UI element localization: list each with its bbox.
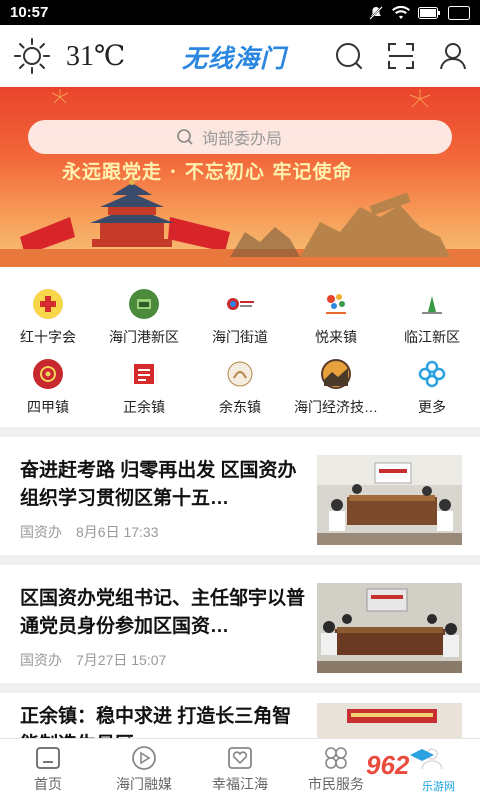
scan-icon	[388, 43, 414, 69]
search-icon	[336, 43, 362, 69]
grid-item-sijia-town[interactable]: 四甲镇	[0, 359, 96, 421]
grid-label: 海门港新区	[109, 329, 179, 345]
section-divider	[0, 555, 480, 565]
user-icon	[440, 43, 466, 70]
news-title: 区国资办党组书记、主任邹宇以普通党员身份参加区国资…	[20, 588, 306, 637]
grid-item-economic-zone[interactable]: 海门经济技…	[288, 359, 384, 421]
status-icons	[368, 5, 470, 21]
grid-item-yuelai-town[interactable]: 悦来镇	[288, 289, 384, 351]
zhengyu-town-icon	[129, 359, 159, 389]
news-source: 国资办	[20, 652, 62, 668]
news-time: 8月6日 17:33	[76, 524, 159, 540]
battery-icon	[418, 6, 440, 19]
status-bar: 10:57	[0, 0, 480, 25]
more-icon	[417, 359, 447, 389]
nav-home[interactable]: 首页	[0, 739, 96, 800]
news-thumbnail	[317, 703, 462, 738]
status-time: 10:57	[10, 4, 49, 21]
economic-zone-icon	[321, 359, 351, 389]
watermark-sub: 乐游网	[422, 781, 455, 793]
media-icon	[132, 746, 156, 770]
linjiang-district-icon	[417, 289, 447, 319]
grid-label: 红十字会	[20, 329, 76, 345]
battery-box-icon	[448, 5, 470, 20]
header-actions	[334, 41, 468, 71]
scan-button[interactable]	[386, 41, 416, 71]
yuelai-town-icon	[321, 289, 351, 319]
heart-icon	[228, 747, 252, 769]
news-title: 正余镇：稳中求进 打造长三角智能制造生易区	[20, 706, 292, 738]
grid-label: 四甲镇	[27, 399, 69, 415]
red-cross-icon	[33, 289, 63, 319]
grid-item-red-cross[interactable]: 红十字会	[0, 289, 96, 351]
grid-item-port-district[interactable]: 海门港新区	[96, 289, 192, 351]
weather-widget[interactable]: 31℃	[12, 36, 125, 76]
nav-label: 海门融媒	[116, 776, 172, 792]
banner[interactable]: 询部委办局 永远跟党走 · 不忘初心 牢记使命	[0, 87, 480, 267]
grid-label: 海门街道	[212, 329, 268, 345]
search-button[interactable]	[334, 41, 364, 71]
search-placeholder: 询部委办局	[202, 131, 283, 148]
grid-label: 正余镇	[123, 399, 165, 415]
news-time: 7月27日 15:07	[76, 652, 167, 668]
grid-item-street-office[interactable]: 海门街道	[192, 289, 288, 351]
banner-scene-image	[0, 179, 480, 267]
section-divider	[0, 427, 480, 437]
profile-button[interactable]	[438, 41, 468, 71]
grid-label: 悦来镇	[315, 329, 357, 345]
grid-label: 余东镇	[219, 399, 261, 415]
grid-label: 临江新区	[404, 329, 460, 345]
app-logo: 无线海门	[182, 45, 287, 73]
news-item[interactable]: 奋进赶考路 归零再出发 区国资办组织学习贯彻区第十五… 国资办 8月6日 17:…	[0, 437, 480, 565]
home-icon	[36, 747, 60, 769]
news-source: 国资办	[20, 524, 62, 540]
grid-item-more[interactable]: 更多	[384, 359, 480, 421]
app-header: 31℃ 无线海门	[0, 25, 480, 87]
temperature: 31℃	[66, 41, 126, 72]
news-thumbnail	[317, 583, 462, 673]
news-item[interactable]: 区国资办党组书记、主任邹宇以普通党员身份参加区国资… 国资办 7月27日 15:…	[0, 565, 480, 693]
search-input[interactable]: 询部委办局	[28, 120, 452, 154]
search-icon	[177, 129, 193, 145]
yudong-town-icon	[225, 359, 255, 389]
sun-icon	[14, 38, 50, 74]
news-meta: 国资办 7月27日 15:07	[20, 650, 166, 670]
grid-label: 海门经济技…	[294, 399, 378, 415]
grid-label: 更多	[418, 399, 446, 415]
service-icon	[325, 747, 347, 769]
nav-happy-jianghai[interactable]: 幸福江海	[192, 739, 288, 800]
mute-icon	[369, 5, 383, 20]
news-title: 奋进赶考路 归零再出发 区国资办组织学习贯彻区第十五…	[20, 460, 297, 509]
nav-media[interactable]: 海门融媒	[96, 739, 192, 800]
grid-item-zhengyu-town[interactable]: 正余镇	[96, 359, 192, 421]
service-grid: 红十字会 海门港新区 海门街道 悦来镇 临江新区 四甲镇 正余镇 余东镇 海门经…	[0, 267, 480, 427]
grid-item-yudong-town[interactable]: 余东镇	[192, 359, 288, 421]
sijia-town-icon	[33, 359, 63, 389]
section-divider	[0, 683, 480, 693]
grid-item-linjiang-district[interactable]: 临江新区	[384, 289, 480, 351]
nav-label: 首页	[34, 776, 62, 792]
nav-label: 幸福江海	[212, 776, 268, 792]
watermark-brand: 962	[366, 750, 410, 780]
street-office-icon	[225, 289, 255, 319]
news-meta: 国资办 8月6日 17:33	[20, 522, 159, 542]
port-district-icon	[129, 289, 159, 319]
wifi-icon	[392, 5, 410, 19]
news-item[interactable]: 正余镇：稳中求进 打造长三角智能制造生易区	[0, 693, 480, 738]
news-thumbnail	[317, 455, 462, 545]
